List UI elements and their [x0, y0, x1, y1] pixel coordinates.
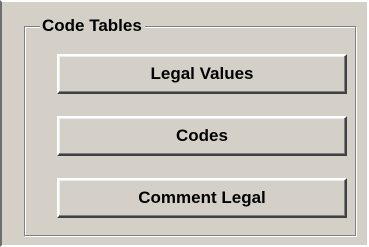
codes-button[interactable]: Codes: [57, 116, 347, 156]
comment-legal-button[interactable]: Comment Legal: [57, 178, 347, 218]
code-tables-panel: Code Tables Legal Values Codes Comment L…: [0, 0, 369, 247]
legal-values-button[interactable]: Legal Values: [57, 54, 347, 94]
group-title: Code Tables: [40, 16, 145, 36]
